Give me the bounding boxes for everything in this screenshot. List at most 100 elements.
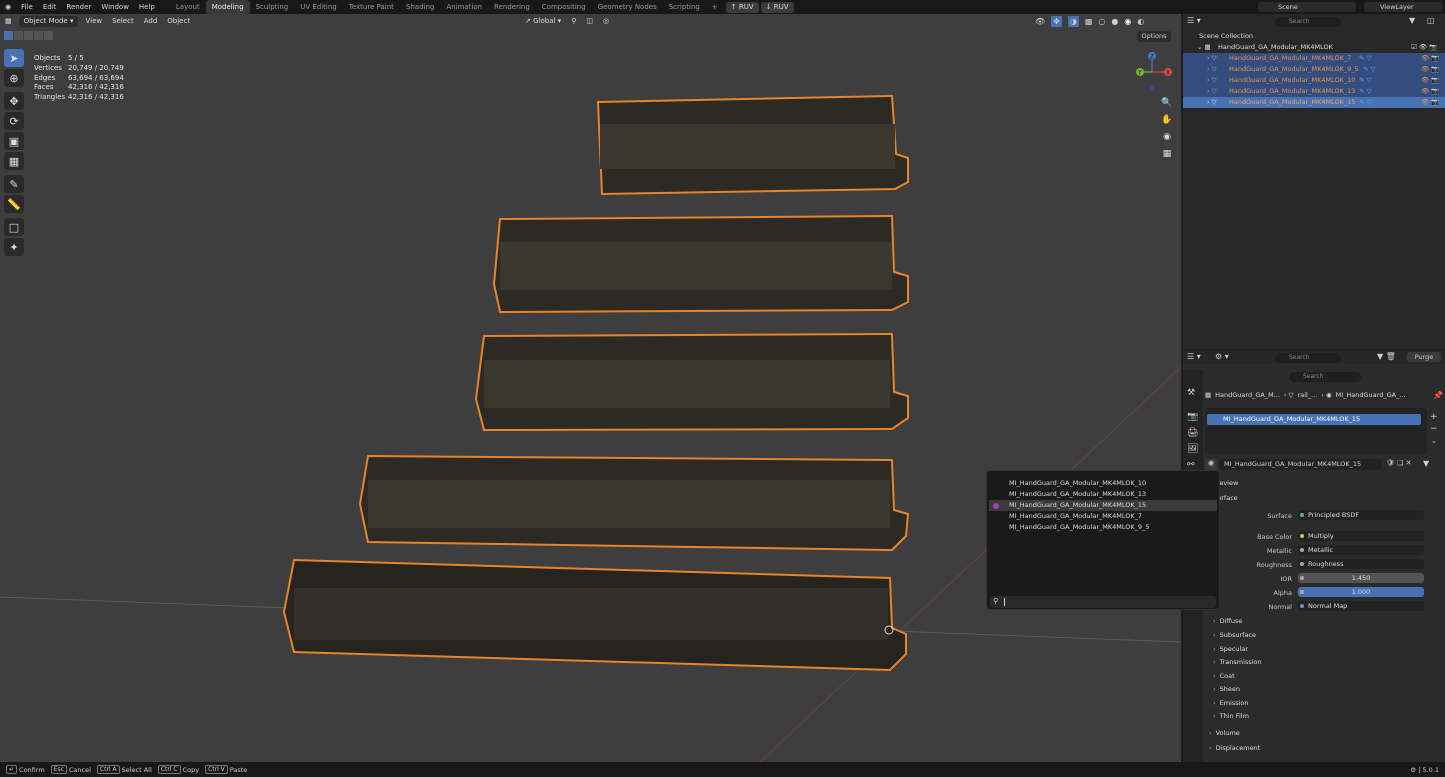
- menu-render[interactable]: Render: [61, 0, 96, 14]
- fake-user-icon[interactable]: 🛡 ❏ ✕: [1386, 459, 1411, 467]
- material-filter-icon[interactable]: ▼: [1423, 459, 1429, 468]
- blender-logo-icon[interactable]: ◉: [0, 0, 16, 14]
- outliner-search-input[interactable]: Search: [1275, 17, 1341, 27]
- view-layer-selector[interactable]: ViewLayer: [1364, 2, 1442, 12]
- new-collection-icon[interactable]: ◫: [1427, 16, 1435, 25]
- annotate-tool-icon[interactable]: ✎: [4, 175, 24, 193]
- ior-field[interactable]: 1.450: [1298, 573, 1424, 583]
- section-diffuse[interactable]: Diffuse: [1213, 617, 1243, 625]
- outliner-item-13[interactable]: › ▽ HandGuard_GA_Modular_MK4MLOK_13 ✎ ▽ 👁 📷: [1183, 86, 1445, 97]
- menu-add[interactable]: Add: [139, 14, 163, 29]
- section-coat[interactable]: Coat: [1213, 672, 1235, 680]
- roughness-field[interactable]: Roughness: [1298, 559, 1424, 569]
- metallic-field[interactable]: Metallic: [1298, 545, 1424, 555]
- popup-item-15[interactable]: MI_HandGuard_GA_Modular_MK4MLOK_15: [989, 500, 1217, 511]
- tab-modeling[interactable]: Modeling: [205, 0, 250, 14]
- menu-select[interactable]: Select: [107, 14, 139, 29]
- render-tab-icon[interactable]: 📷: [1187, 412, 1198, 422]
- menu-file[interactable]: File: [16, 0, 38, 14]
- menu-object[interactable]: Object: [162, 14, 195, 29]
- menu-view[interactable]: View: [80, 14, 107, 29]
- section-subsurface[interactable]: Subsurface: [1213, 631, 1256, 639]
- overlay-toggle-icon[interactable]: ◑: [1067, 16, 1079, 27]
- section-emission[interactable]: Emission: [1213, 699, 1249, 707]
- transform-tool-icon[interactable]: ▦: [4, 152, 24, 170]
- menu-edit[interactable]: Edit: [38, 0, 62, 14]
- tab-texture-paint[interactable]: Texture Paint: [343, 0, 400, 14]
- material-shading-icon[interactable]: ◉: [1124, 16, 1131, 27]
- outliner-item-9-5[interactable]: › ▽ HandGuard_GA_Modular_MK4MLOK_9_5 ✎ ▽ 👁 …: [1183, 64, 1445, 75]
- transform-orientation[interactable]: ↗ Global ▾: [520, 16, 566, 27]
- measure-tool-icon[interactable]: 📏: [4, 195, 24, 213]
- outliner-item-7[interactable]: › ▽ HandGuard_GA_Modular_MK4MLOK_7 ✎ ▽ 👁 📷: [1183, 53, 1445, 64]
- add-slot-icon[interactable]: +: [1430, 412, 1438, 422]
- select-extend-icon[interactable]: [14, 31, 23, 40]
- rotate-tool-icon[interactable]: ⟳: [4, 112, 24, 130]
- scene-tab-icon[interactable]: ⚯: [1187, 460, 1195, 470]
- zoom-icon[interactable]: 🔍: [1160, 96, 1174, 110]
- popup-item-13[interactable]: MI_HandGuard_GA_Modular_MK4MLOK_13: [989, 489, 1217, 500]
- cursor-tool-icon[interactable]: ⊕: [4, 69, 24, 87]
- gizmo-toggle-icon[interactable]: ✥: [1051, 16, 1062, 27]
- tool-tab-icon[interactable]: ⚒: [1187, 388, 1195, 398]
- tab-rendering[interactable]: Rendering: [488, 0, 536, 14]
- ruv-button-1[interactable]: ↑ RUV: [725, 1, 759, 13]
- visibility-icon[interactable]: 👁: [1035, 16, 1045, 27]
- slot-menu-icon[interactable]: ⌄: [1431, 437, 1437, 445]
- proportional-edit-icon[interactable]: ◎: [598, 16, 614, 27]
- add-workspace-icon[interactable]: +: [706, 0, 724, 14]
- outliner-collection[interactable]: ⌄ ▦ HandGuard_GA_Modular_MK4MLOK ☑ 👁 📷: [1183, 42, 1445, 53]
- ortho-grid-icon[interactable]: ▦: [1160, 147, 1174, 161]
- pin-icon[interactable]: 📌: [1433, 391, 1443, 400]
- camera-view-icon[interactable]: ◉: [1160, 130, 1174, 144]
- select-tool-icon[interactable]: ➤: [4, 49, 24, 67]
- section-volume[interactable]: Volume: [1209, 729, 1240, 737]
- scene-selector[interactable]: Scene: [1258, 2, 1356, 12]
- editor-type-icon[interactable]: ▦: [0, 14, 17, 29]
- add-cube-tool-icon[interactable]: □: [4, 218, 24, 236]
- browse-material-icon[interactable]: ◉: [1205, 459, 1217, 470]
- display-mode-icon[interactable]: ⚙ ▾: [1215, 352, 1229, 361]
- snap-icon[interactable]: ◫: [581, 16, 598, 27]
- outliner-item-10[interactable]: › ▽ HandGuard_GA_Modular_MK4MLOK_10 ✎ ▽ 👁 📷: [1183, 75, 1445, 86]
- popup-item-10[interactable]: MI_HandGuard_GA_Modular_MK4MLOK_10: [989, 478, 1217, 489]
- mode-selector[interactable]: Object Mode ▾: [18, 16, 79, 27]
- tab-compositing[interactable]: Compositing: [536, 0, 592, 14]
- navigation-gizmo[interactable]: Z X Y: [1128, 50, 1176, 94]
- pan-hand-icon[interactable]: ✋: [1160, 113, 1174, 127]
- select-new-icon[interactable]: [4, 31, 13, 40]
- outliner-editor-icon[interactable]: ☰ ▾: [1187, 16, 1201, 25]
- purge-button[interactable]: Purge: [1407, 352, 1441, 362]
- tab-uv-editing[interactable]: UV Editing: [294, 0, 343, 14]
- props-search-input[interactable]: Search: [1289, 372, 1361, 382]
- properties-editor-icon[interactable]: ☰ ▾: [1187, 352, 1201, 361]
- section-specular[interactable]: Specular: [1213, 645, 1248, 653]
- alpha-field[interactable]: 1.000: [1298, 587, 1424, 597]
- tab-shading[interactable]: Shading: [400, 0, 440, 14]
- outliner-item-15[interactable]: › ▽ HandGuard_GA_Modular_MK4MLOK_15 ✎ ▽ 👁 📷: [1183, 97, 1445, 108]
- options-button[interactable]: Options: [1137, 31, 1171, 42]
- select-invert-icon[interactable]: [34, 31, 43, 40]
- solid-shading-icon[interactable]: ●: [1111, 16, 1118, 27]
- ruv-button-2[interactable]: ↓ RUV: [760, 1, 794, 13]
- normal-field[interactable]: Normal Map: [1298, 601, 1424, 611]
- popup-search-input[interactable]: ⚲: [990, 596, 1216, 608]
- material-name-field[interactable]: MI_HandGuard_GA_Modular_MK4MLOK_15: [1220, 459, 1382, 470]
- tab-scripting[interactable]: Scripting: [663, 0, 706, 14]
- select-subtract-icon[interactable]: [24, 31, 33, 40]
- 3d-viewport[interactable]: ▦ Object Mode ▾ View Select Add Object ↗…: [0, 14, 1181, 762]
- select-intersect-icon[interactable]: [44, 31, 53, 40]
- wireframe-shading-icon[interactable]: ○: [1098, 16, 1105, 27]
- section-transmission[interactable]: Transmission: [1213, 658, 1262, 666]
- popup-item-7[interactable]: MI_HandGuard_GA_Modular_MK4MLOK_7: [989, 511, 1217, 522]
- section-thin-film[interactable]: Thin Film: [1213, 712, 1249, 720]
- base-color-field[interactable]: Multiply: [1298, 531, 1424, 541]
- scale-tool-icon[interactable]: ▣: [4, 132, 24, 150]
- surface-shader-field[interactable]: Principled BSDF: [1298, 510, 1424, 520]
- material-slot-item[interactable]: MI_HandGuard_GA_Modular_MK4MLOK_15: [1207, 414, 1421, 425]
- tab-layout[interactable]: Layout: [170, 0, 206, 14]
- remove-slot-icon[interactable]: −: [1430, 424, 1438, 434]
- outliner-scene-collection[interactable]: Scene Collection: [1183, 31, 1445, 42]
- filter-icon[interactable]: ▼: [1409, 16, 1415, 25]
- tab-geometry-nodes[interactable]: Geometry Nodes: [592, 0, 663, 14]
